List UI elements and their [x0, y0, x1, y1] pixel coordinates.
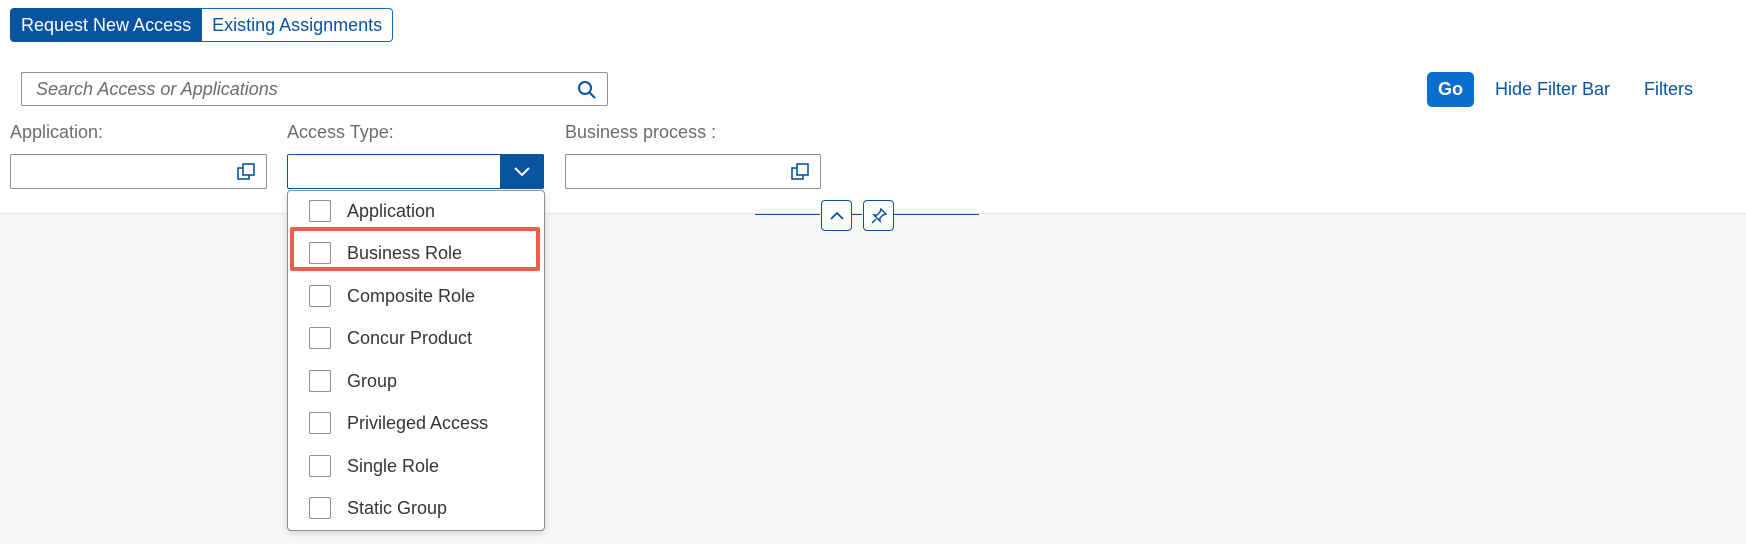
value-help-icon[interactable]	[236, 162, 256, 182]
filters-button[interactable]: Filters	[1644, 72, 1693, 107]
divider-line-right	[894, 214, 979, 215]
application-label: Application:	[10, 122, 104, 142]
checkbox[interactable]	[309, 200, 331, 222]
pin-header-button[interactable]	[863, 200, 894, 231]
business-process-field[interactable]	[565, 154, 821, 189]
option-label: Concur Product	[347, 327, 473, 348]
collapse-header-button[interactable]	[821, 200, 852, 231]
request-new-access-button[interactable]: Request New Access	[10, 8, 203, 42]
checkbox[interactable]	[309, 412, 331, 434]
option-label: Single Role	[347, 455, 440, 476]
option-label: Static Group	[347, 497, 448, 518]
option-label: Composite Role	[347, 285, 476, 306]
option-label: Business Role	[347, 242, 463, 263]
option-group[interactable]: Group	[288, 361, 544, 401]
search-icon[interactable]	[577, 80, 597, 100]
hide-filter-bar-button[interactable]: Hide Filter Bar	[1495, 72, 1610, 107]
access-type-select[interactable]	[287, 154, 544, 189]
option-label: Group	[347, 370, 398, 391]
checkbox[interactable]	[309, 497, 331, 519]
divider-line-mid	[852, 214, 862, 215]
divider-line-left	[755, 214, 820, 215]
option-business-role[interactable]: Business Role	[288, 233, 544, 273]
option-application[interactable]: Application	[288, 191, 544, 231]
application-field[interactable]	[10, 154, 267, 189]
checkbox[interactable]	[309, 285, 331, 307]
go-button[interactable]: Go	[1427, 72, 1474, 107]
search-placeholder: Search Access or Applications	[36, 79, 278, 99]
access-type-dropdown-list: Application Business Role Composite Role…	[287, 190, 545, 531]
value-help-icon[interactable]	[790, 162, 810, 182]
access-type-label: Access Type:	[287, 122, 394, 142]
checkbox[interactable]	[309, 327, 331, 349]
view-toggle: Request New Access Existing Assignments	[10, 8, 394, 42]
business-process-label: Business process :	[565, 122, 717, 142]
checkbox[interactable]	[309, 455, 331, 477]
option-single-role[interactable]: Single Role	[288, 446, 544, 486]
option-label: Application	[347, 200, 436, 221]
checkbox[interactable]	[309, 370, 331, 392]
option-static-group[interactable]: Static Group	[288, 488, 544, 528]
dropdown-toggle[interactable]	[500, 154, 544, 189]
checkbox[interactable]	[309, 242, 331, 264]
option-concur-product[interactable]: Concur Product	[288, 318, 544, 358]
existing-assignments-button[interactable]: Existing Assignments	[202, 8, 394, 42]
option-composite-role[interactable]: Composite Role	[288, 276, 544, 316]
search-input[interactable]: Search Access or Applications	[21, 72, 608, 106]
option-label: Privileged Access	[347, 412, 489, 433]
option-privileged-access[interactable]: Privileged Access	[288, 403, 544, 443]
